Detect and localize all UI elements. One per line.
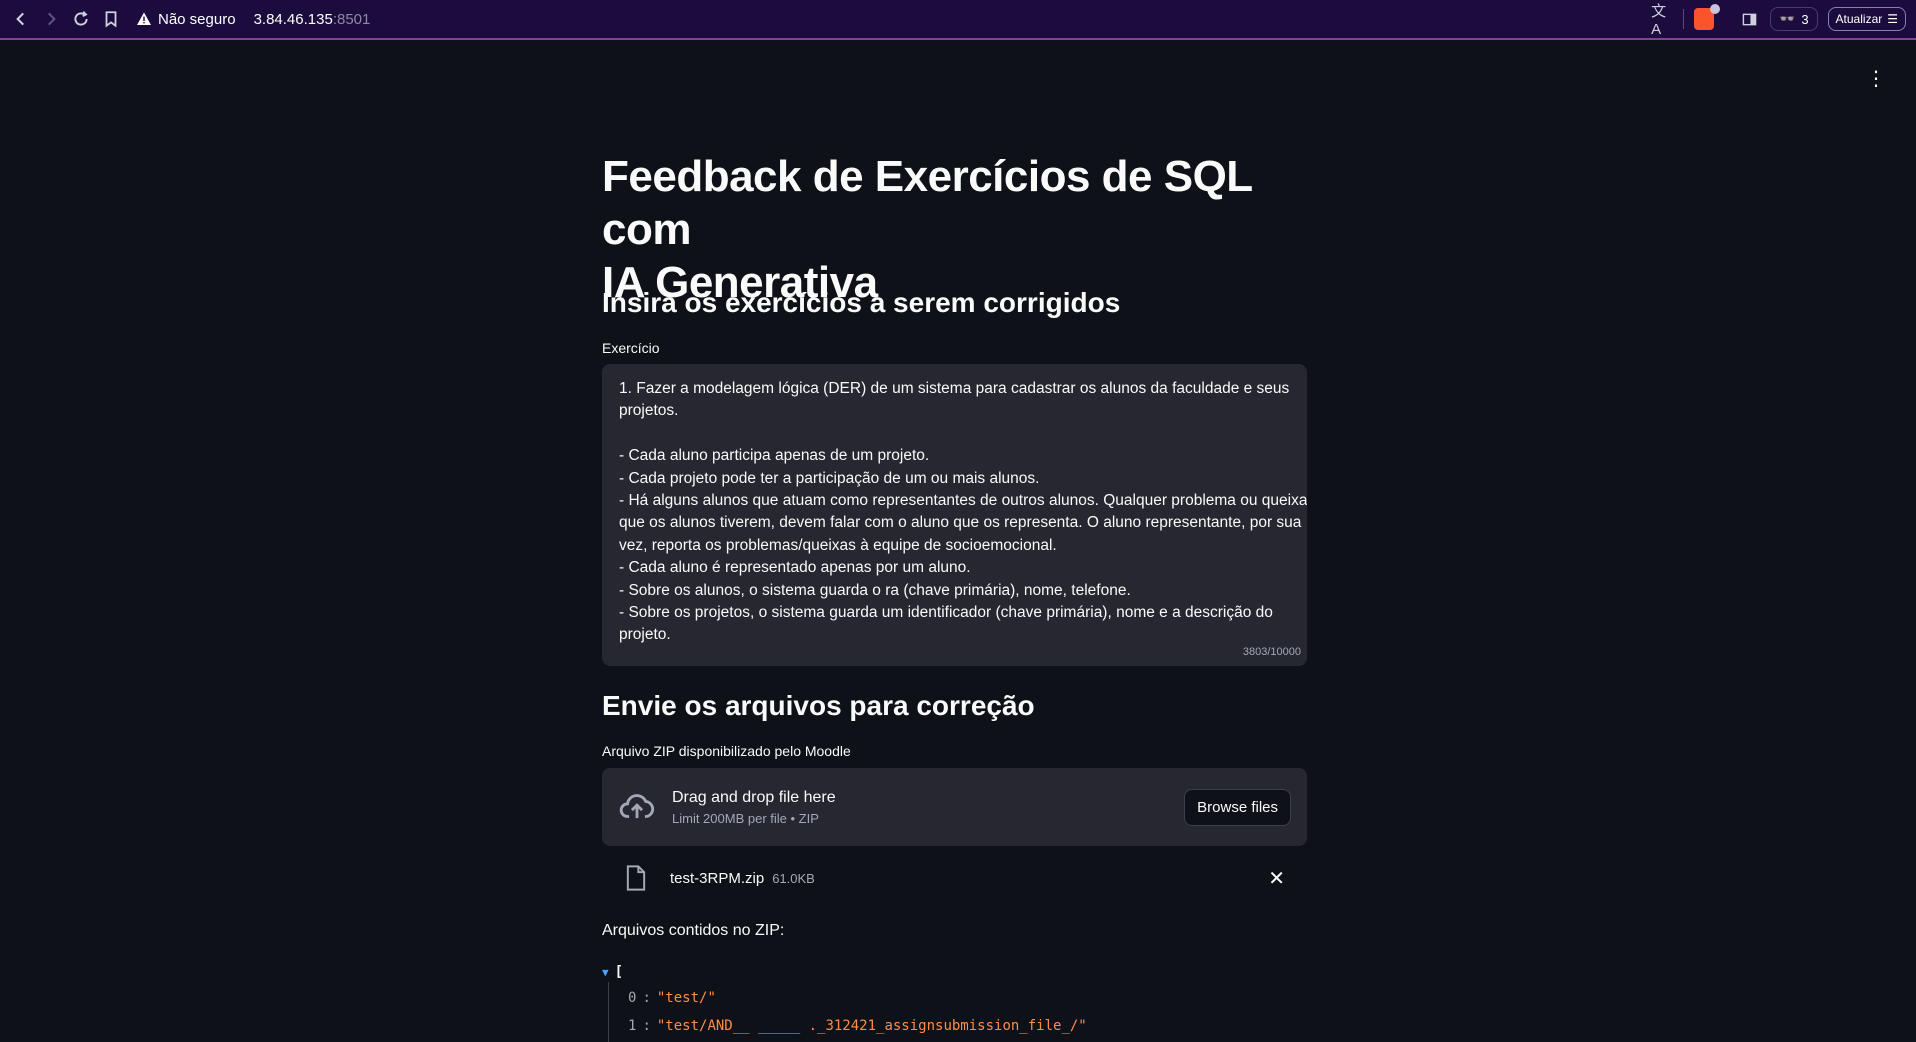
uploaded-file: test-3RPM.zip 61.0KB ✕ <box>602 858 1307 898</box>
update-button[interactable]: Atualizar ☰ <box>1827 7 1906 31</box>
cloud-upload-icon <box>619 794 655 819</box>
toolbar-divider <box>1683 9 1685 29</box>
url-port: :8501 <box>332 10 371 28</box>
exercise-line: projeto. <box>619 626 671 644</box>
json-colon: : <box>642 1018 651 1034</box>
dropzone-text: Drag and drop file here Limit 200MB per … <box>672 789 836 826</box>
file-icon <box>626 865 646 891</box>
update-label: Atualizar <box>1835 12 1883 26</box>
exercise-line: - Cada aluno participa apenas de um proj… <box>619 447 930 465</box>
url-host: 3.84.46.135 <box>253 10 333 28</box>
zip-contents-json: ▼ [ 0 : "test/" 1 : "test/AND__ _____ ._… <box>602 960 1307 1042</box>
dropzone-limit: Limit 200MB per file • ZIP <box>672 810 819 826</box>
exercise-line: projetos. <box>619 402 679 420</box>
forward-icon[interactable] <box>36 4 66 34</box>
exercise-line: - Há alguns alunos que atuam como repres… <box>619 492 1307 510</box>
exercise-heading: Insira os exercícios a serem corrigidos <box>602 287 1121 318</box>
exercise-textarea[interactable]: 1. Fazer a modelagem lógica (DER) de um … <box>602 364 1307 666</box>
file-name: test-3RPM.zip <box>670 869 765 887</box>
exercise-line: - Sobre os alunos, o sistema guarda o ra… <box>619 581 1131 599</box>
upload-label: Arquivo ZIP disponibilizado pelo Moodle <box>602 743 851 759</box>
private-window-count: 3 <box>1801 11 1809 27</box>
json-indent-guide <box>608 982 609 1042</box>
dropzone-title: Drag and drop file here <box>672 788 836 806</box>
warning-icon <box>137 12 151 25</box>
json-colon: : <box>642 990 651 1006</box>
sidebar-icon[interactable] <box>1738 8 1760 30</box>
menu-icon: ☰ <box>1887 12 1898 26</box>
brave-shields-icon[interactable] <box>1694 4 1721 30</box>
json-index: 1 <box>628 1018 637 1034</box>
private-window-indicator[interactable]: 👓 3 <box>1770 7 1818 31</box>
exercise-line <box>619 423 1291 445</box>
security-status: Não seguro <box>158 10 236 28</box>
browser-toolbar: Não seguro 3.84.46.135:8501 文A 👓 3 Atual… <box>0 0 1916 40</box>
remove-file-icon[interactable]: ✕ <box>1268 866 1285 891</box>
exercise-label: Exercício <box>602 340 660 356</box>
upload-heading: Envie os arquivos para correção <box>602 690 1035 721</box>
address-bar[interactable]: Não seguro 3.84.46.135:8501 <box>136 11 370 28</box>
file-dropzone[interactable]: Drag and drop file here Limit 200MB per … <box>602 768 1307 846</box>
exercise-line: que os alunos tiverem, devem falar com o… <box>619 514 1302 532</box>
page-title-line-1: Feedback de Exercícios de SQL com <box>602 152 1252 254</box>
main-menu-icon[interactable]: ⋮ <box>1866 66 1886 91</box>
exercise-line: - Cada aluno é representado apenas por u… <box>619 559 971 577</box>
char-counter: 3803/10000 <box>1242 645 1301 658</box>
zip-contents-label: Arquivos contidos no ZIP: <box>602 922 785 939</box>
json-value: "test/" <box>656 990 716 1006</box>
json-item: 1 : "test/AND__ _____ ._312421_assignsub… <box>628 1012 1307 1040</box>
translate-icon[interactable]: 文A <box>1651 3 1673 38</box>
file-size: 61.0KB <box>772 870 815 886</box>
back-icon[interactable] <box>6 4 36 34</box>
json-item: 0 : "test/" <box>628 984 1307 1012</box>
exercise-line: vez, reporta os problemas/queixas à equi… <box>619 536 1057 554</box>
exercise-line: 1. Fazer a modelagem lógica (DER) de um … <box>619 380 1290 397</box>
bookmark-icon[interactable] <box>96 4 126 34</box>
json-index: 0 <box>628 990 637 1006</box>
collapse-caret-icon[interactable]: ▼ <box>602 966 609 979</box>
glasses-icon: 👓 <box>1779 11 1796 26</box>
exercise-line: - Cada projeto pode ter a participação d… <box>619 469 1040 487</box>
browse-files-button[interactable]: Browse files <box>1184 788 1291 826</box>
reload-icon[interactable] <box>66 4 96 34</box>
exercise-line: - Sobre os projetos, o sistema guarda um… <box>619 604 1273 622</box>
json-value: "test/AND__ _____ ._312421_assignsubmiss… <box>656 1018 1087 1034</box>
json-open-bracket: [ <box>614 964 624 980</box>
